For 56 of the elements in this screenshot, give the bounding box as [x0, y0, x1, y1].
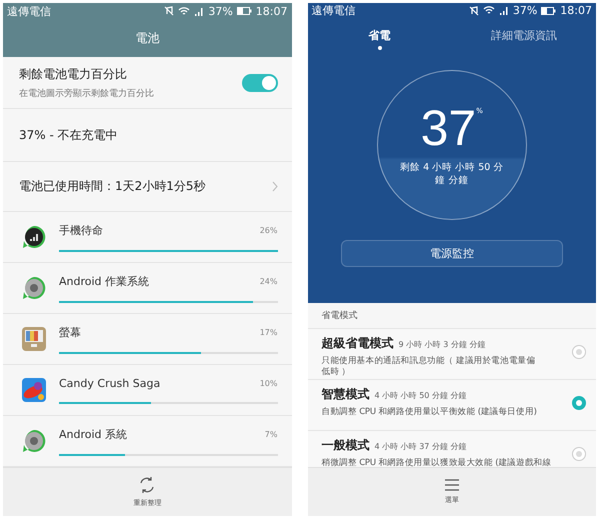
signal-app-icon	[21, 224, 47, 250]
radio-button[interactable]	[572, 447, 586, 461]
mode-description: 自動調整 CPU 和網路使用量以平衡效能 (建議每日使用)	[322, 407, 538, 418]
app-name: Android 系統	[59, 426, 128, 442]
usage-percent: 26%	[260, 226, 278, 234]
mode-time: 4 小時 小時 50 分鐘 分鐘	[374, 390, 466, 401]
wifi-icon	[178, 6, 190, 16]
usage-percent: 17%	[260, 328, 278, 336]
app-name: Candy Crush Saga	[59, 376, 160, 390]
charge-status: 37% - 不在充電中	[19, 126, 118, 144]
usage-time[interactable]: 電池已使用時間：1天2小時1分5秒	[19, 178, 264, 195]
monitor-app-icon	[21, 326, 47, 352]
wifi-icon	[482, 6, 495, 15]
screen-title: 電池	[135, 30, 160, 47]
setting-label: 剩餘電池電力百分比	[19, 66, 128, 82]
tab[interactable]: 詳細電源資訊	[452, 28, 596, 50]
carrier-name: 遠傳電信	[7, 4, 51, 19]
battery-percent: 37%	[512, 4, 538, 17]
battery-icon	[236, 7, 252, 16]
signal-icon	[194, 6, 204, 16]
battery-level: 37	[420, 102, 476, 153]
mode-time: 4 小時 小時 37 分鐘 分鐘	[374, 441, 466, 452]
chevron-right-icon	[272, 181, 278, 192]
carrier-name: 遠傳電信	[312, 3, 356, 18]
menu-icon	[444, 479, 460, 491]
radio-button[interactable]	[572, 396, 586, 410]
tab[interactable]: 省電	[308, 28, 452, 50]
app-name: 螢幕	[59, 324, 81, 340]
app-name: Android 作業系統	[59, 274, 150, 288]
app-name: 手機待命	[59, 222, 103, 238]
gear-app-icon	[21, 275, 47, 301]
clock-time: 18:07	[560, 4, 592, 17]
clock-time: 18:07	[256, 4, 288, 18]
mode-description: 稍微調整 CPU 和網路使用量以獲致最大效能 (建議遊戲和線	[322, 458, 552, 470]
usage-percent: 10%	[260, 378, 278, 388]
usage-percent: 24%	[260, 276, 278, 286]
refresh-icon	[138, 476, 156, 494]
mute-icon	[468, 6, 479, 16]
remaining-time: 剩餘 4 小時 小時 50 分鐘 分鐘	[399, 160, 504, 188]
setting-description: 在電池圖示旁顯示剩餘電力百分比	[19, 88, 155, 100]
mode-name: 智慧模式	[322, 386, 370, 403]
mode-description: 只能使用基本的通話和訊息功能（ 建議用於電池電量偏低時 ）	[322, 356, 536, 379]
battery-percent: 37%	[208, 4, 233, 18]
mute-icon	[164, 6, 174, 16]
section-header: 省電模式	[322, 310, 358, 322]
mode-time: 9 小時 小時 3 分鐘 分鐘	[398, 339, 486, 350]
mode-name: 超級省電模式	[322, 335, 394, 352]
toggle-switch[interactable]	[242, 74, 278, 92]
power-monitor-button[interactable]: 電源監控	[340, 240, 563, 267]
candy-app-icon	[21, 377, 47, 403]
battery-icon	[541, 6, 556, 14]
radio-button[interactable]	[572, 345, 586, 359]
mode-name: 一般模式	[322, 437, 370, 454]
gear-app-icon	[21, 428, 47, 454]
signal-icon	[498, 6, 509, 15]
usage-percent: 7%	[264, 430, 278, 438]
